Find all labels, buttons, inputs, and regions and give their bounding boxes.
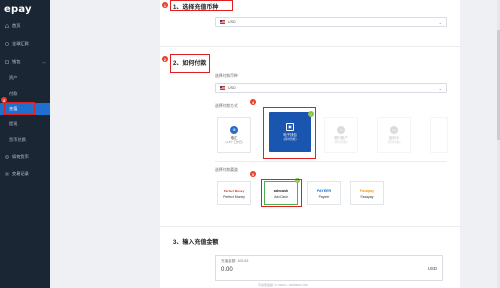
highlight-box-method [263, 107, 316, 159]
amount-input[interactable]: 充值金额: 102.63 0.00 USD [215, 255, 443, 281]
payment-method-label: 选择付款方式 [215, 104, 238, 108]
payment-currency-select[interactable]: USD ⌄ [215, 83, 447, 93]
sidebar-item-exchange[interactable]: 货币兑换 [0, 134, 50, 146]
amount-hint: 可充值金额: 0.70000 ~ 9999999 USD [258, 283, 308, 287]
channel-perfect-money[interactable]: Perfect Money Perfect Money [217, 181, 251, 205]
epay-logo[interactable]: epay [4, 3, 32, 15]
step-badge-2: 2 [162, 56, 168, 62]
wallet-icon [5, 60, 9, 64]
channel-payeer[interactable]: PAYEER Payeer [307, 181, 341, 205]
bank-icon: ⌂ [337, 125, 345, 134]
sidebar-item-label: 付款 [9, 91, 18, 96]
highlight-box-step1 [170, 0, 233, 11]
select-value: USD [228, 86, 236, 90]
method-more[interactable] [430, 117, 448, 153]
highlight-box-deposit [4, 102, 35, 115]
method-wire-transfer[interactable]: ⊕ 电汇 (1-5个工作日) [217, 117, 251, 153]
payment-channel-label: 选择付款渠道 [215, 168, 238, 172]
method-credit-card[interactable]: ▭ 信用卡 (即时到账) [377, 117, 411, 153]
sidebar-item-label: 资产 [9, 75, 18, 80]
sidebar-item-wallet[interactable]: 钱包 ︿ [0, 56, 50, 68]
payeer-logo: PAYEER [316, 188, 332, 193]
divider [160, 46, 460, 47]
sidebar-item-label: 交易记录 [12, 171, 29, 176]
step-badge-1: 1 [162, 2, 168, 8]
sidebar-item-label: 钱包 [12, 59, 21, 64]
channel-fasapay[interactable]: Fasapay Fasapay [350, 181, 384, 205]
balance-label: 充值金额: 102.63 [221, 259, 249, 263]
step-badge-4: 4 [250, 99, 256, 105]
bank-globe-icon: ⊕ [230, 125, 238, 134]
sidebar: epay 首页 全球汇款 钱包 ︿ 资产 付款 充值 提现 货币兑换 如何货币 … [0, 0, 50, 288]
method-bank-account[interactable]: ⌂ 银行账户 (即时到账) [324, 117, 358, 153]
highlight-box-step2 [170, 54, 210, 73]
fasapay-logo: Fasapay [359, 188, 375, 193]
amount-currency: USD [427, 266, 437, 271]
us-flag-icon [220, 86, 225, 90]
method-sub: (即时到账) [334, 140, 348, 145]
globe-icon [5, 42, 9, 46]
sidebar-item-label: 全球汇款 [12, 41, 29, 46]
payment-currency-label: 选择付款币种 [215, 74, 238, 78]
coin-icon [5, 155, 9, 159]
channel-name: Perfect Money [223, 194, 245, 199]
highlight-box-channel [261, 179, 302, 207]
method-sub: (1-5个工作日) [225, 140, 243, 145]
divider [215, 161, 447, 162]
sidebar-item-home[interactable]: 首页 [0, 20, 50, 32]
us-flag-icon [220, 20, 225, 24]
select-value: USD [228, 20, 236, 24]
step-badge-5: 5 [250, 171, 256, 177]
sidebar-item-label: 提现 [9, 121, 18, 126]
amount-value: 0.00 [221, 267, 233, 273]
sidebar-item-label: 首页 [12, 23, 21, 28]
logo-text: epay [4, 3, 32, 15]
sidebar-item-assets[interactable]: 资产 [0, 72, 50, 84]
list-icon [5, 172, 9, 176]
section-title-amount: 3、输入充值金额 [173, 240, 219, 246]
method-sub: (即时到账) [387, 140, 401, 145]
card-icon: ▭ [390, 125, 398, 134]
channel-name: Payeer [318, 194, 330, 199]
channel-name: Fasapay [360, 194, 374, 199]
home-icon [5, 24, 9, 28]
sidebar-item-global-remit[interactable]: 全球汇款 [0, 38, 50, 50]
sidebar-item-label: 如何货币 [12, 154, 29, 159]
sidebar-item-pay[interactable]: 付款 [0, 88, 50, 100]
sidebar-item-transactions[interactable]: 交易记录 [0, 168, 50, 180]
chevron-down-icon: ⌄ [438, 85, 442, 91]
sidebar-item-currency[interactable]: 如何货币 [0, 151, 50, 163]
sidebar-item-label: 货币兑换 [9, 137, 26, 142]
chevron-down-icon: ⌄ [438, 19, 442, 25]
divider [160, 226, 460, 227]
deposit-currency-select[interactable]: USD ⌄ [215, 17, 447, 27]
chevron-up-icon: ︿ [42, 59, 46, 64]
perfect-money-logo: Perfect Money [223, 188, 245, 193]
sidebar-item-withdraw[interactable]: 提现 [0, 118, 50, 130]
